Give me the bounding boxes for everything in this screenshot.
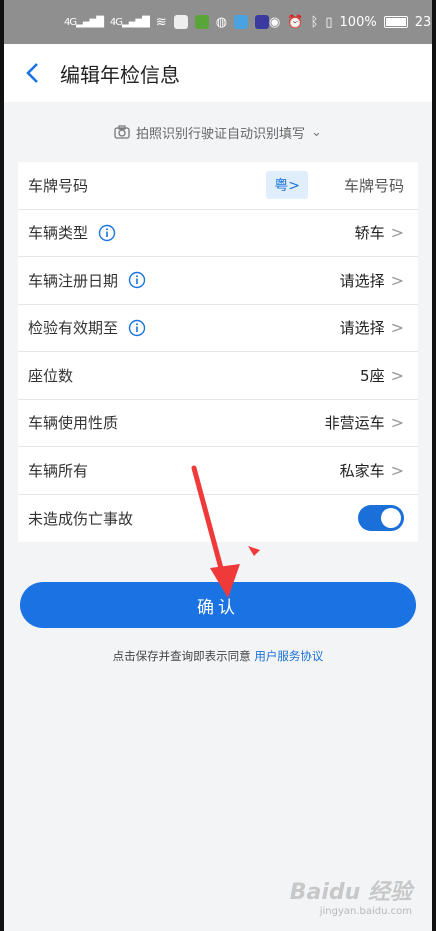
signal-icon: 4G▂▄▆█ <box>109 16 150 28</box>
row-value: 请选择 <box>339 271 385 290</box>
app-notification-icon <box>194 15 209 29</box>
plate-input[interactable]: 车牌号码 <box>344 175 404 196</box>
row-label: 车辆所有 <box>28 461 89 480</box>
nav-bar: 编辑年检信息 <box>4 44 432 102</box>
watermark-logo: Baidu 经验 <box>289 880 412 905</box>
back-icon[interactable] <box>20 61 44 85</box>
info-icon[interactable] <box>128 319 146 337</box>
form-row[interactable]: 车辆注册日期 请选择 > <box>18 257 418 305</box>
row-label: 检验有效期至 <box>28 319 119 338</box>
bluetooth-icon: ᛒ <box>310 14 319 30</box>
plate-row: 车牌号码 粤> 车牌号码 <box>18 162 418 210</box>
row-value: 5座 <box>360 366 385 385</box>
wechat-icon: ◍ <box>215 14 228 30</box>
row-value: 轿车 <box>354 224 385 243</box>
phone-screen: 4G▂▄▆█ 4G▂▄▆█ ≋ ◍ ◉ ⏰ ᛒ ▯ 100% 23:09 编辑年… <box>4 0 432 931</box>
chevron-right-icon: > <box>390 460 404 480</box>
app-notification-icon <box>234 15 249 29</box>
form-row[interactable]: 车辆使用性质 非营运车 > <box>18 400 418 447</box>
accident-label: 未造成伤亡事故 <box>28 509 134 528</box>
chevron-right-icon: > <box>390 413 404 433</box>
user-agreement-link[interactable]: 用户服务协议 <box>254 649 323 663</box>
info-icon[interactable] <box>98 224 116 242</box>
form-row[interactable]: 车辆类型 轿车 > <box>18 210 418 257</box>
chevron-right-icon: > <box>390 365 404 385</box>
eye-icon: ◉ <box>269 14 281 30</box>
wifi-icon: ≋ <box>155 14 167 30</box>
battery-icon <box>383 16 408 28</box>
row-value: 非营运车 <box>324 414 385 433</box>
clock: 23:09 <box>414 14 432 30</box>
info-icon[interactable] <box>128 271 146 289</box>
row-value: 私家车 <box>339 461 385 480</box>
battery-percent: 100% <box>339 14 377 30</box>
content-area: 拍照识别行驶证自动识别填写 ⌄ 车牌号码 粤> 车牌号码 车辆类型 轿车 > 车辆注册… <box>4 102 432 931</box>
photo-hint-text: 拍照识别行驶证自动识别填写 <box>136 126 306 142</box>
agreement-text: 点击保存并查询即表示同意 用户服务协议 <box>4 648 432 664</box>
chevron-right-icon: > <box>390 318 404 338</box>
page-title: 编辑年检信息 <box>60 62 180 87</box>
chevron-right-icon: > <box>390 223 404 243</box>
form-row[interactable]: 座位数 5座 > <box>18 352 418 400</box>
chevron-right-icon: > <box>390 270 404 290</box>
row-label: 车辆注册日期 <box>28 271 119 290</box>
confirm-button[interactable]: 确认 <box>20 582 416 628</box>
watermark-url: jingyan.baidu.com <box>319 906 412 917</box>
signal-icon: 4G▂▄▆█ <box>64 16 104 28</box>
row-label: 座位数 <box>28 366 74 385</box>
chevron-down-icon: ⌄ <box>311 124 322 140</box>
form-row[interactable]: 车辆所有 私家车 > <box>18 447 418 495</box>
vibrate-icon: ▯ <box>325 14 333 30</box>
accident-row: 未造成伤亡事故 <box>18 495 418 543</box>
app-notification-icon <box>173 15 188 29</box>
agreement-prefix: 点击保存并查询即表示同意 <box>112 649 251 663</box>
photo-recognize-link[interactable]: 拍照识别行驶证自动识别填写 ⌄ <box>4 102 432 162</box>
app-notification-icon <box>255 15 270 29</box>
camera-icon <box>114 125 130 139</box>
watermark: Baidu 经验 jingyan.baidu.com <box>290 874 412 917</box>
vehicle-form: 车牌号码 粤> 车牌号码 车辆类型 轿车 > 车辆注册日期 请选择 > 检验有效期至 请选择 >… <box>18 162 418 542</box>
province-selector[interactable]: 粤> <box>266 171 308 200</box>
form-row[interactable]: 检验有效期至 请选择 > <box>18 305 418 352</box>
row-value: 请选择 <box>339 319 385 338</box>
row-label: 车辆类型 <box>28 224 89 243</box>
alarm-icon: ⏰ <box>287 14 304 30</box>
plate-label: 车牌号码 <box>28 176 89 195</box>
row-label: 车辆使用性质 <box>28 414 119 433</box>
accident-toggle[interactable] <box>358 505 404 532</box>
status-bar: 4G▂▄▆█ 4G▂▄▆█ ≋ ◍ ◉ ⏰ ᛒ ▯ 100% 23:09 <box>4 0 432 44</box>
